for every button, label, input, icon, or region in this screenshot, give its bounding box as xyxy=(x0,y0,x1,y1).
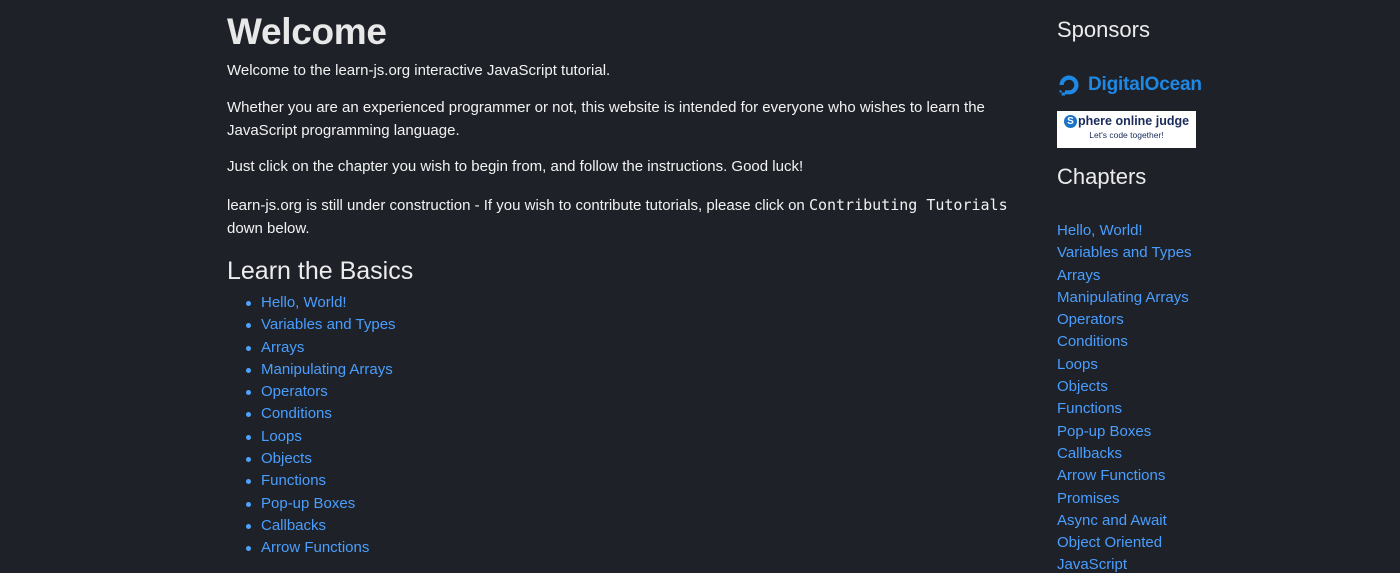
bullet-icon xyxy=(246,546,251,552)
basics-link-operators[interactable]: Operators xyxy=(261,383,328,400)
chapter-item-promises: Promises xyxy=(1057,488,1192,510)
bullet-icon xyxy=(246,367,251,373)
bullet-icon xyxy=(246,457,251,463)
basics-link-objects[interactable]: Objects xyxy=(261,450,312,467)
bullet-icon xyxy=(246,523,251,529)
basics-link-loops[interactable]: Loops xyxy=(261,428,302,445)
basics-item-arrow-functions: Arrow Functions xyxy=(227,537,396,559)
chapter-link-async-and-await[interactable]: Async and Await xyxy=(1057,512,1167,529)
bullet-icon xyxy=(246,479,251,485)
basics-list: Hello, World! Variables and Types Arrays Ma… xyxy=(227,292,396,560)
bullet-icon xyxy=(246,345,251,351)
chapter-item-functions: Functions xyxy=(1057,398,1192,420)
chapter-item-javascript: JavaScript xyxy=(1057,554,1192,573)
basics-link-arrow-functions[interactable]: Arrow Functions xyxy=(261,539,369,556)
chapter-link-functions[interactable]: Functions xyxy=(1057,400,1122,417)
sponsors-title: Sponsors xyxy=(1057,17,1150,42)
digitalocean-wordmark: DigitalOcean xyxy=(1088,74,1202,95)
basics-link-arrays[interactable]: Arrays xyxy=(261,339,304,356)
basics-link-variables-and-types[interactable]: Variables and Types xyxy=(261,316,396,333)
basics-item-conditions: Conditions xyxy=(227,403,396,425)
chapter-item-object-oriented: Object Oriented xyxy=(1057,532,1192,554)
chapter-link-conditions[interactable]: Conditions xyxy=(1057,333,1128,350)
chapter-item-objects: Objects xyxy=(1057,376,1192,398)
basics-item-variables-and-types: Variables and Types xyxy=(227,314,396,336)
basics-link-callbacks[interactable]: Callbacks xyxy=(261,517,326,534)
chapter-link-hello-world[interactable]: Hello, World! xyxy=(1057,222,1143,239)
bullet-icon xyxy=(246,434,251,440)
chapter-link-callbacks[interactable]: Callbacks xyxy=(1057,445,1122,462)
audience-paragraph: Whether you are an experienced programme… xyxy=(227,97,1017,142)
sphere-wordmark: S phere online judge xyxy=(1057,114,1196,129)
sphere-tagline: Let's code together! xyxy=(1089,130,1164,140)
sphere-s-icon: S xyxy=(1063,115,1077,128)
chapter-link-manipulating-arrays[interactable]: Manipulating Arrays xyxy=(1057,289,1189,306)
page-title: Welcome xyxy=(227,11,387,52)
chapter-item-callbacks: Callbacks xyxy=(1057,443,1192,465)
instructions-paragraph: Just click on the chapter you wish to be… xyxy=(227,158,804,175)
chapter-item-hello-world: Hello, World! xyxy=(1057,220,1192,242)
basics-item-operators: Operators xyxy=(227,381,396,403)
construction-line-1: learn-js.org is still under construction… xyxy=(227,197,805,214)
chapter-item-variables-and-types: Variables and Types xyxy=(1057,242,1192,264)
sphere-main-text: phere online judge xyxy=(1077,114,1190,128)
chapter-link-loops[interactable]: Loops xyxy=(1057,356,1098,373)
chapter-link-pop-up-boxes[interactable]: Pop-up Boxes xyxy=(1057,423,1151,440)
basics-item-objects: Objects xyxy=(227,448,396,470)
chapter-link-object-oriented[interactable]: Object Oriented xyxy=(1057,534,1162,551)
basics-link-manipulating-arrays[interactable]: Manipulating Arrays xyxy=(261,361,393,378)
sphere-online-judge-sponsor-link[interactable]: S phere online judge Let's code together… xyxy=(1057,111,1196,148)
learn-basics-title: Learn the Basics xyxy=(227,257,414,285)
chapter-link-objects[interactable]: Objects xyxy=(1057,378,1108,395)
chapter-link-arrays[interactable]: Arrays xyxy=(1057,267,1100,284)
basics-item-loops: Loops xyxy=(227,426,396,448)
chapters-title: Chapters xyxy=(1057,164,1147,189)
bullet-icon xyxy=(246,501,251,507)
basics-item-arrays: Arrays xyxy=(227,337,396,359)
basics-link-functions[interactable]: Functions xyxy=(261,472,326,489)
basics-link-conditions[interactable]: Conditions xyxy=(261,405,332,422)
audience-line-1: Whether you are an experienced programme… xyxy=(227,99,985,116)
chapter-link-promises[interactable]: Promises xyxy=(1057,490,1120,507)
chapter-item-pop-up-boxes: Pop-up Boxes xyxy=(1057,421,1192,443)
basics-link-hello-world[interactable]: Hello, World! xyxy=(261,294,347,311)
chapter-item-arrays: Arrays xyxy=(1057,265,1192,287)
construction-line-2: down below. xyxy=(227,219,310,237)
intro-paragraph: Welcome to the learn-js.org interactive … xyxy=(227,62,611,79)
page: Welcome Welcome to the learn-js.org inte… xyxy=(0,0,1400,573)
construction-paragraph: learn-js.org is still under construction… xyxy=(227,194,1017,240)
bullet-icon xyxy=(246,390,251,396)
chapter-item-manipulating-arrays: Manipulating Arrays xyxy=(1057,287,1192,309)
chapter-item-loops: Loops xyxy=(1057,354,1192,376)
chapter-link-arrow-functions[interactable]: Arrow Functions xyxy=(1057,467,1165,484)
basics-item-manipulating-arrays: Manipulating Arrays xyxy=(227,359,396,381)
chapter-link-variables-and-types[interactable]: Variables and Types xyxy=(1057,244,1192,261)
chapters-list: Hello, World! Variables and Types Arrays Ma… xyxy=(1057,220,1192,573)
chapter-link-operators[interactable]: Operators xyxy=(1057,311,1124,328)
bullet-icon xyxy=(246,301,251,306)
chapter-item-conditions: Conditions xyxy=(1057,331,1192,353)
chapter-link-javascript[interactable]: JavaScript xyxy=(1057,556,1127,573)
chapter-item-operators: Operators xyxy=(1057,309,1192,331)
bullet-icon xyxy=(246,323,251,329)
basics-item-functions: Functions xyxy=(227,470,396,492)
contributing-tutorials-code: Contributing Tutorials xyxy=(808,196,1008,214)
basics-link-pop-up-boxes[interactable]: Pop-up Boxes xyxy=(261,495,355,512)
chapter-item-arrow-functions: Arrow Functions xyxy=(1057,465,1192,487)
digitalocean-icon xyxy=(1059,75,1079,96)
chapter-item-async-and-await: Async and Await xyxy=(1057,510,1192,532)
basics-item-hello-world: Hello, World! xyxy=(227,292,396,314)
basics-item-pop-up-boxes: Pop-up Boxes xyxy=(227,493,396,515)
basics-item-callbacks: Callbacks xyxy=(227,515,396,537)
bullet-icon xyxy=(246,412,251,418)
audience-line-2: JavaScript programming language. xyxy=(227,121,460,139)
digitalocean-sponsor-link[interactable]: DigitalOcean xyxy=(1057,71,1202,99)
